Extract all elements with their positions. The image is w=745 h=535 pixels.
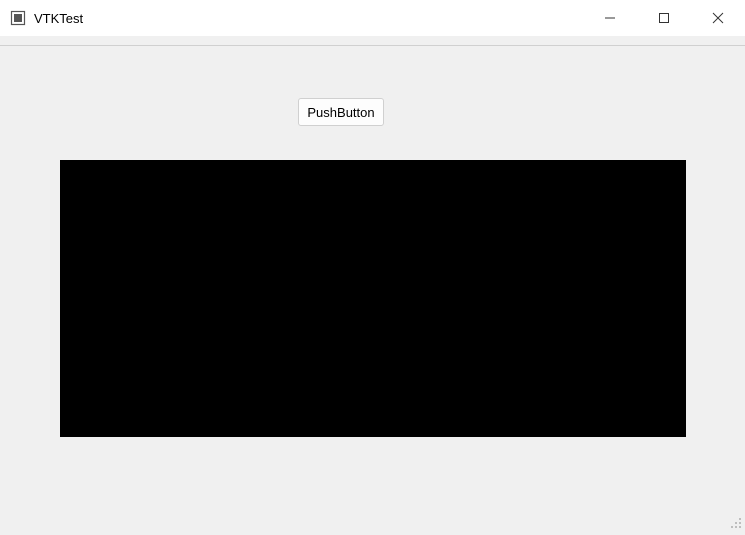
resize-grip-icon[interactable] [727, 514, 743, 530]
content-area: PushButton [0, 46, 745, 532]
window-controls [583, 0, 745, 36]
maximize-button[interactable] [637, 0, 691, 36]
main-window: VTKTest PushButton [0, 0, 745, 532]
window-title: VTKTest [34, 11, 83, 26]
titlebar: VTKTest [0, 0, 745, 36]
minimize-button[interactable] [583, 0, 637, 36]
toolbar [0, 36, 745, 46]
push-button[interactable]: PushButton [298, 98, 384, 126]
vtk-viewport[interactable] [60, 160, 686, 437]
close-button[interactable] [691, 0, 745, 36]
app-icon [10, 10, 26, 26]
